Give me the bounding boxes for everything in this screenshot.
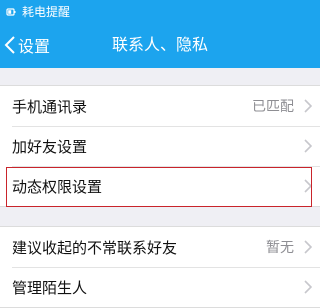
list-item-phone-contacts[interactable]: 手机通讯录 已匹配: [0, 86, 320, 126]
chevron-right-icon: [304, 139, 312, 153]
nav-bar: 设置 联系人、隐私: [0, 22, 320, 68]
list-item-suggested-hide-friends[interactable]: 建议收起的不常联系好友 暂无: [0, 227, 320, 267]
chevron-right-icon: [304, 99, 312, 113]
page-title: 联系人、隐私: [111, 35, 208, 54]
list-item-label: 加好友设置: [12, 137, 88, 156]
settings-group-friends: 建议收起的不常联系好友 暂无 管理陌生人: [0, 226, 320, 308]
list-item-label: 管理陌生人: [12, 278, 88, 297]
list-item-add-friend-settings[interactable]: 加好友设置: [0, 126, 320, 166]
list-item-feed-permission-settings[interactable]: 动态权限设置: [0, 166, 320, 206]
list-item-value: 暂无: [266, 240, 294, 256]
list-item-manage-strangers[interactable]: 管理陌生人: [0, 267, 320, 307]
list-item-label: 手机通讯录: [12, 97, 88, 116]
list-item-label: 动态权限设置: [12, 177, 103, 196]
chevron-right-icon: [304, 280, 312, 294]
list-item-value: 已匹配: [252, 99, 294, 115]
status-bar: 耗电提醒: [0, 0, 320, 22]
battery-alert-icon: [6, 6, 16, 16]
list-item-label: 建议收起的不常联系好友: [12, 238, 178, 257]
chevron-right-icon: [304, 240, 312, 254]
status-text: 耗电提醒: [22, 4, 71, 19]
settings-group-contacts: 手机通讯录 已匹配 加好友设置 动态权限设置: [0, 85, 320, 207]
chevron-right-icon: [304, 179, 312, 193]
